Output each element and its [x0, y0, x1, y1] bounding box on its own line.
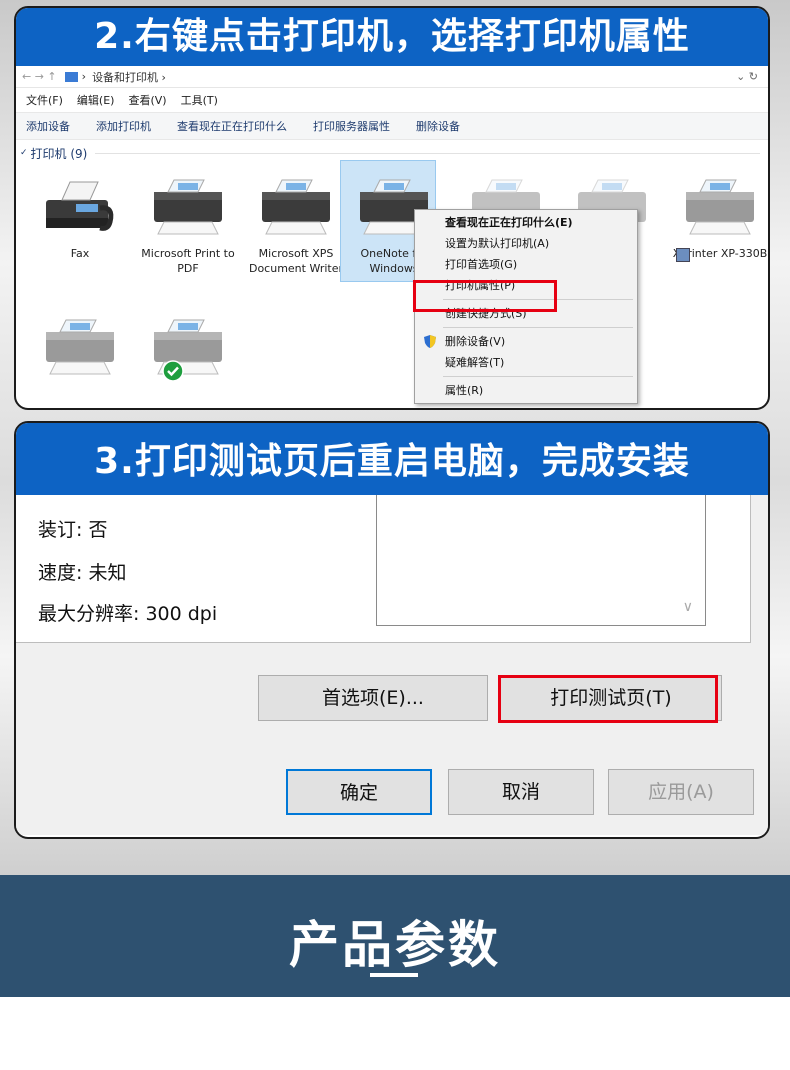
step3-panel: 3.打印测试页后重启电脑，完成安装 装订: 否 速度: 未知 最大分辨率: 30… [14, 421, 770, 839]
shield-icon [424, 335, 436, 348]
product-params-section: 产品参数 [0, 875, 790, 997]
ctx-see-printing[interactable]: 查看现在正在打印什么(E) [415, 212, 637, 233]
device-xprinter[interactable]: Xprinter XP-330B [672, 178, 768, 262]
preferences-button[interactable]: 首选项(E)... [258, 675, 488, 721]
device-label: Microsoft XPS Document Writer [248, 247, 344, 275]
fax-icon [40, 178, 120, 238]
ctx-troubleshoot[interactable]: 疑难解答(T) [415, 352, 637, 373]
prop-speed: 速度: 未知 [38, 562, 127, 584]
cmd-print-server[interactable]: 打印服务器属性 [313, 118, 390, 134]
title-underline [370, 973, 418, 977]
devices-area: Fax Microsoft Print to PDF Microsoft XPS… [16, 160, 768, 406]
address-controls[interactable]: ⌄ ↻ [736, 70, 758, 83]
device-label: Microsoft Print to PDF [141, 247, 235, 275]
printer-icon [256, 178, 336, 238]
device-ms-print-pdf[interactable]: Microsoft Print to PDF [140, 178, 236, 276]
menu-tools[interactable]: 工具(T) [181, 92, 218, 108]
group-divider [95, 152, 760, 154]
command-bar: 添加设备 添加打印机 查看现在正在打印什么 打印服务器属性 删除设备 [16, 112, 768, 140]
menu-separator [443, 327, 633, 328]
chevron-down-icon: ✓ [20, 148, 28, 158]
ctx-properties[interactable]: 属性(R) [415, 380, 637, 401]
device-label: Fax [70, 247, 90, 260]
menu-separator [443, 376, 633, 377]
highlight-box-printer-properties [413, 280, 557, 312]
menu-edit[interactable]: 编辑(E) [77, 92, 115, 108]
printer-icon [148, 178, 228, 238]
ctx-remove-device[interactable]: 删除设备(V) [415, 331, 637, 352]
cmd-add-printer[interactable]: 添加打印机 [96, 118, 151, 134]
crumb-separator: › [81, 70, 87, 83]
prop-max-resolution: 最大分辨率: 300 dpi [38, 603, 218, 625]
cancel-button[interactable]: 取消 [448, 769, 594, 815]
ctx-set-default[interactable]: 设置为默认打印机(A) [415, 233, 637, 254]
ctx-preferences[interactable]: 打印首选项(G) [415, 254, 637, 275]
printer-icon [148, 318, 228, 382]
shared-users-icon [676, 248, 690, 262]
prop-staple: 装订: 否 [38, 519, 108, 541]
step3-title: 3.打印测试页后重启电脑，完成安装 [16, 423, 768, 495]
address-path[interactable]: 设备和打印机 › [92, 69, 736, 85]
printer-properties-dialog: 装订: 否 速度: 未知 最大分辨率: 300 dpi ∨ 首选项(E)... … [16, 495, 768, 835]
properties-area: 装订: 否 速度: 未知 最大分辨率: 300 dpi ∨ [16, 495, 751, 643]
folder-icon [64, 71, 78, 82]
address-bar[interactable]: ← → ↑ › 设备和打印机 › ⌄ ↻ [16, 66, 768, 88]
chevron-down-icon[interactable]: ∨ [683, 599, 693, 615]
cmd-add-device[interactable]: 添加设备 [26, 118, 70, 134]
device-ms-xps[interactable]: Microsoft XPS Document Writer [248, 178, 344, 276]
cmd-remove-device[interactable]: 删除设备 [416, 118, 460, 134]
device-printer-row2-1[interactable] [32, 318, 128, 386]
ok-button[interactable]: 确定 [286, 769, 432, 815]
printer-icon [680, 178, 760, 238]
menu-view[interactable]: 查看(V) [128, 92, 166, 108]
device-printer-row2-2[interactable] [140, 318, 236, 386]
group-label: 打印机 (9) [30, 146, 88, 161]
menu-file[interactable]: 文件(F) [26, 92, 63, 108]
ctx-remove-device-label: 删除设备(V) [445, 335, 506, 348]
cmd-see-printing[interactable]: 查看现在正在打印什么 [177, 118, 287, 134]
apply-button[interactable]: 应用(A) [608, 769, 754, 815]
section-title: 产品参数 [289, 916, 501, 974]
nav-arrows[interactable]: ← → ↑ [22, 70, 57, 83]
printer-icon [40, 318, 120, 378]
blank-area [0, 997, 790, 1070]
default-check-icon [162, 360, 184, 382]
step2-title: 2.右键点击打印机，选择打印机属性 [16, 8, 768, 66]
device-fax[interactable]: Fax [32, 178, 128, 261]
step2-panel: 2.右键点击打印机，选择打印机属性 ← → ↑ › 设备和打印机 › ⌄ ↻ 文… [14, 6, 770, 410]
menu-bar: 文件(F) 编辑(E) 查看(V) 工具(T) [16, 88, 768, 112]
features-listbox[interactable]: ∨ [376, 495, 706, 626]
highlight-box-print-test [498, 675, 718, 723]
